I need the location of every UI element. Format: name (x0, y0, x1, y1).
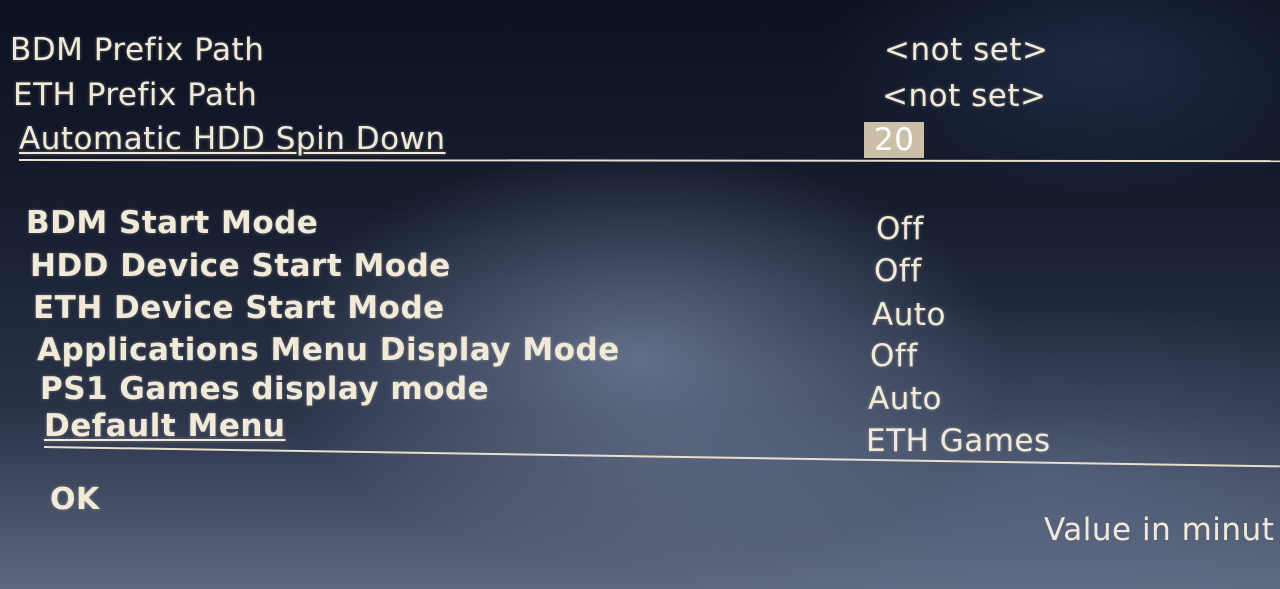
setting-label-bdm-prefix-path[interactable]: BDM Prefix Path (10, 32, 264, 68)
section-divider-1 (18, 159, 1280, 163)
section-divider-2 (43, 446, 1280, 468)
setting-value-ps1-games-display-mode[interactable]: Auto (868, 381, 942, 417)
setting-value-eth-device-start-mode[interactable]: Auto (872, 297, 946, 333)
setting-label-hdd-device-start-mode[interactable]: HDD Device Start Mode (30, 248, 451, 284)
ok-button[interactable]: OK (50, 482, 100, 517)
setting-label-eth-prefix-path[interactable]: ETH Prefix Path (13, 77, 257, 113)
setting-value-bdm-start-mode[interactable]: Off (876, 211, 924, 247)
setting-value-bdm-prefix-path[interactable]: <not set> (884, 32, 1048, 68)
setting-label-applications-menu-display-mode[interactable]: Applications Menu Display Mode (37, 332, 620, 368)
setting-value-eth-prefix-path[interactable]: <not set> (882, 78, 1046, 114)
setting-label-default-menu[interactable]: Default Menu (44, 408, 285, 444)
settings-screen: BDM Prefix Path <not set> ETH Prefix Pat… (0, 0, 1280, 589)
setting-label-bdm-start-mode[interactable]: BDM Start Mode (26, 205, 318, 241)
setting-value-automatic-hdd-spin-down[interactable]: 20 (864, 122, 925, 158)
setting-value-applications-menu-display-mode[interactable]: Off (870, 338, 918, 374)
hint-text: Value in minut (1044, 512, 1275, 548)
setting-value-hdd-device-start-mode[interactable]: Off (874, 253, 922, 289)
setting-label-automatic-hdd-spin-down[interactable]: Automatic HDD Spin Down (19, 121, 446, 157)
setting-label-eth-device-start-mode[interactable]: ETH Device Start Mode (33, 290, 445, 326)
setting-label-ps1-games-display-mode[interactable]: PS1 Games display mode (40, 371, 489, 407)
setting-value-default-menu[interactable]: ETH Games (866, 423, 1051, 459)
